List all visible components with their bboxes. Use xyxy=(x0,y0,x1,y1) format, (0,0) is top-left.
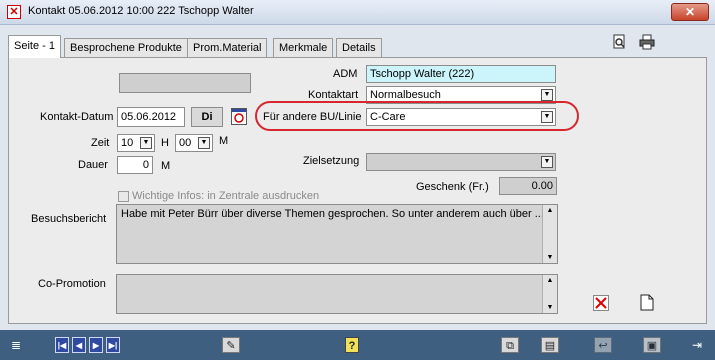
last-record-icon[interactable]: ▶| xyxy=(106,337,120,353)
scroll-down-icon[interactable]: ▼ xyxy=(543,304,557,311)
adm-field[interactable]: Tschopp Walter (222) xyxy=(366,65,556,83)
printer-icon[interactable] xyxy=(638,34,656,52)
co-promotion-textarea[interactable]: ▲ ▼ xyxy=(116,274,558,314)
zielsetzung-label: Zielsetzung xyxy=(303,155,360,167)
next-record-icon[interactable]: ▶ xyxy=(89,337,103,353)
previous-record-icon[interactable]: ◀ xyxy=(72,337,86,353)
edit-icon[interactable]: ✎ xyxy=(222,337,240,353)
copy-icon[interactable]: ⧉ xyxy=(501,337,519,353)
adm-label: ADM xyxy=(333,68,358,80)
wichtige-infos-checkbox[interactable] xyxy=(118,191,129,202)
app-close-x-icon: ✕ xyxy=(7,5,21,19)
main-window: ✕ Kontakt 05.06.2012 10:00 222 Tschopp W… xyxy=(0,0,715,360)
bu-linie-label: Für andere BU/Linie xyxy=(263,111,362,123)
kontaktart-value: Normalbesuch xyxy=(370,89,441,101)
chevron-down-icon[interactable]: ▼ xyxy=(541,89,553,101)
scroll-up-icon[interactable]: ▲ xyxy=(543,277,557,284)
bu-linie-select[interactable]: C-Care ▼ xyxy=(366,108,556,126)
zeit-label: Zeit xyxy=(91,137,110,149)
zeit-hour-unit: H xyxy=(161,137,169,149)
tab-details[interactable]: Details xyxy=(336,38,382,57)
chevron-down-icon[interactable]: ▼ xyxy=(140,137,152,149)
scroll-up-icon[interactable]: ▲ xyxy=(543,207,557,214)
window-title: Kontakt 05.06.2012 10:00 222 Tschopp Wal… xyxy=(28,5,254,17)
bottom-toolbar: ≣ |◀ ◀ ▶ ▶| ✎ ? ⧉ ▤ ↩ ▣ ⇥ xyxy=(0,330,715,360)
co-promotion-scrollbar[interactable]: ▲ ▼ xyxy=(542,275,557,313)
tab-besprochene-produkte[interactable]: Besprochene Produkte xyxy=(64,38,188,57)
wichtige-infos-label: Wichtige Infos: in Zentrale ausdrucken xyxy=(132,190,320,202)
zeit-minute-value: 00 xyxy=(179,137,192,149)
besuchsbericht-textarea[interactable]: Habe mit Peter Bürr über diverse Themen … xyxy=(116,204,558,264)
kontakt-datum-input[interactable]: 05.06.2012 xyxy=(117,107,185,127)
besuchsbericht-scrollbar[interactable]: ▲ ▼ xyxy=(542,205,557,263)
new-document-icon[interactable] xyxy=(639,294,655,311)
dauer-unit: M xyxy=(161,160,171,172)
zeit-minute-unit: M xyxy=(219,135,229,147)
image-placeholder-field xyxy=(119,73,251,93)
scroll-down-icon[interactable]: ▼ xyxy=(543,254,557,261)
undo-icon[interactable]: ↩ xyxy=(594,337,612,353)
zeit-minute-select[interactable]: 00 ▼ xyxy=(175,134,213,152)
chevron-down-icon[interactable]: ▼ xyxy=(541,156,553,168)
exit-icon[interactable]: ⇥ xyxy=(689,337,705,353)
kontaktart-select[interactable]: Normalbesuch ▼ xyxy=(366,86,556,104)
window-close-button[interactable]: ✕ xyxy=(671,3,709,21)
besuchsbericht-text: Habe mit Peter Bürr über diverse Themen … xyxy=(121,208,544,220)
dauer-input[interactable]: 0 xyxy=(117,156,153,174)
zeit-hour-value: 10 xyxy=(121,137,134,149)
weekday-button[interactable]: Di xyxy=(191,107,223,127)
besuchsbericht-label: Besuchsbericht xyxy=(31,213,107,225)
delete-icon[interactable] xyxy=(593,295,609,311)
dauer-label: Dauer xyxy=(78,159,108,171)
form-panel: ADM Tschopp Walter (222) Kontaktart Norm… xyxy=(8,57,707,324)
bu-linie-value: C-Care xyxy=(370,111,406,123)
zeit-hour-select[interactable]: 10 ▼ xyxy=(117,134,155,152)
save-icon[interactable]: ▣ xyxy=(643,337,661,353)
chevron-down-icon[interactable]: ▼ xyxy=(541,111,553,123)
help-icon[interactable]: ? xyxy=(345,337,359,353)
tab-merkmale[interactable]: Merkmale xyxy=(273,38,334,57)
geschenk-label: Geschenk (Fr.) xyxy=(416,181,489,193)
list-icon[interactable]: ≣ xyxy=(9,337,23,353)
co-promotion-label: Co-Promotion xyxy=(38,278,106,290)
geschenk-input[interactable]: 0.00 xyxy=(499,177,557,195)
tab-seite-1[interactable]: Seite - 1 xyxy=(8,35,61,58)
kontakt-datum-label: Kontakt-Datum xyxy=(40,111,114,123)
kontaktart-label: Kontaktart xyxy=(308,89,359,101)
title-bar: ✕ Kontakt 05.06.2012 10:00 222 Tschopp W… xyxy=(0,0,715,25)
paste-icon[interactable]: ▤ xyxy=(541,337,559,353)
zielsetzung-select[interactable]: ▼ xyxy=(366,153,556,171)
print-preview-icon[interactable] xyxy=(610,34,628,52)
tab-prom-material[interactable]: Prom.Material xyxy=(187,38,268,57)
calendar-icon[interactable] xyxy=(231,108,247,125)
first-record-icon[interactable]: |◀ xyxy=(55,337,69,353)
chevron-down-icon[interactable]: ▼ xyxy=(198,137,210,149)
